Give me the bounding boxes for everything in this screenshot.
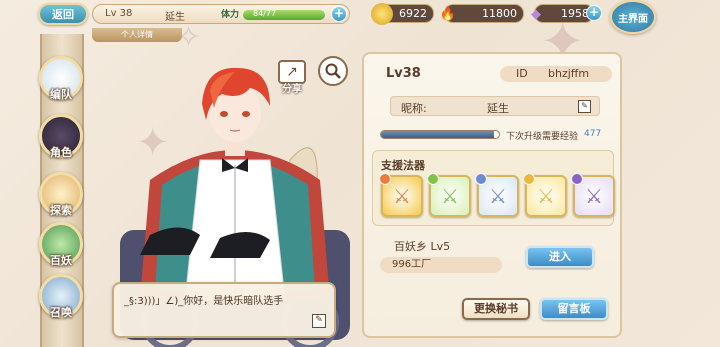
exp-fill (381, 131, 495, 138)
sidebar-item-label: 角色 (50, 146, 72, 159)
id-label: ID (516, 67, 528, 80)
purple-sword-artifact[interactable]: ⚔ (571, 173, 615, 217)
zoom-button[interactable] (318, 56, 348, 86)
home-button[interactable]: 主界面 (610, 0, 656, 34)
gold-counter: 6922 (371, 3, 434, 25)
weapon-icon: ⚔ (537, 184, 555, 208)
player-info-strip: Lv 38 延生 体力 84/77 + (92, 4, 350, 24)
crystal-counter: ◆ 1958 (531, 4, 594, 23)
dark-banner-artifact[interactable]: ⚔ (379, 173, 423, 217)
element-gem-icon (379, 173, 391, 185)
add-crystal-button[interactable]: + (586, 5, 602, 21)
weapon-icon: ⚔ (489, 184, 507, 208)
id-value: bhzjffm (548, 67, 590, 80)
element-gem-icon (427, 173, 439, 185)
artifact-title: 支援法器 (381, 159, 425, 172)
element-gem-icon (523, 173, 535, 185)
stamina-value: 84/77 (253, 9, 277, 18)
green-spear-artifact[interactable]: ⚔ (427, 173, 471, 217)
nickname-value: 延生 (487, 102, 509, 115)
sidebar-item-label: 召唤 (50, 306, 72, 319)
player-level: Lv 38 (105, 8, 133, 19)
dialogue-text: _§:3)))」∠)_你好，是快乐暗队选手 (124, 296, 284, 307)
change-secretary-button[interactable]: 更换秘书 (462, 298, 530, 320)
sidebar-item-explore[interactable]: 探索 (36, 172, 88, 222)
left-sidebar: 编队 角色 探索 百妖 召唤 (36, 34, 88, 347)
search-icon (325, 63, 341, 79)
add-stamina-button[interactable]: + (331, 6, 347, 22)
element-gem-icon (475, 173, 487, 185)
golden-wing-artifact[interactable]: ⚔ (523, 173, 567, 217)
gem-value: 11800 (482, 7, 517, 20)
back-button[interactable]: 返回 (38, 3, 88, 25)
realm-value: 996工厂 (380, 257, 502, 273)
weapon-icon: ⚔ (441, 184, 459, 208)
nickname-label: 昵称: (401, 102, 427, 115)
sidebar-item-character[interactable]: 角色 (36, 114, 88, 164)
exp-value: 477 (584, 129, 602, 139)
profile-level: Lv38 (386, 66, 421, 81)
player-id-box: ID bhzjffm (500, 66, 612, 82)
realm-name: 百妖乡 Lv5 (394, 240, 451, 253)
element-gem-icon (571, 173, 583, 185)
enter-button[interactable]: 进入 (526, 246, 594, 268)
exp-label: 下次升级需要经验 (506, 132, 579, 142)
nickname-field: 昵称: 延生 ✎ (390, 96, 600, 116)
sidebar-item-team[interactable]: 编队 (36, 56, 88, 106)
sidebar-item-realm[interactable]: 百妖 (36, 222, 88, 272)
blue-sword-artifact[interactable]: ⚔ (475, 173, 519, 217)
message-board-button[interactable]: 留言板 (540, 298, 608, 320)
stamina-label: 体力 (221, 10, 240, 20)
share-icon: ↗ (286, 64, 298, 80)
tab-personal-details[interactable]: 个人详情 (92, 28, 182, 42)
crystal-value: 1958 (561, 7, 589, 20)
pencil-icon: ✎ (315, 315, 323, 325)
gold-value: 6922 (399, 7, 427, 20)
profile-panel: Lv38 ID bhzjffm 昵称: 延生 ✎ 下次升级需要经验 477 支援… (362, 52, 622, 338)
player-name: 延生 (165, 12, 185, 23)
crystal-icon: ◆ (531, 6, 541, 22)
sidebar-item-label: 编队 (50, 88, 72, 101)
share-label: 分享 (282, 84, 302, 95)
exp-bar (380, 130, 500, 139)
dialogue-box: _§:3)))」∠)_你好，是快乐暗队选手 ✎ (112, 282, 336, 338)
gold-coin-icon (371, 3, 393, 25)
blue-flame-icon: 🔥 (439, 6, 457, 22)
edit-nickname-button[interactable]: ✎ (578, 100, 591, 113)
edit-dialogue-button[interactable]: ✎ (312, 314, 326, 328)
support-artifacts-box: 支援法器 ⚔ ⚔ ⚔ ⚔ ⚔ (372, 150, 615, 226)
gem-counter: 🔥 11800 (440, 4, 524, 23)
weapon-icon: ⚔ (585, 184, 603, 208)
sidebar-item-label: 探索 (50, 204, 72, 217)
sidebar-item-summon[interactable]: 召唤 (36, 274, 88, 324)
sidebar-item-label: 百妖 (50, 254, 72, 267)
weapon-icon: ⚔ (393, 184, 411, 208)
top-bar: 返回 Lv 38 延生 体力 84/77 + 6922 🔥 11800 ◆ 19… (0, 0, 720, 34)
pencil-icon: ✎ (581, 101, 588, 110)
